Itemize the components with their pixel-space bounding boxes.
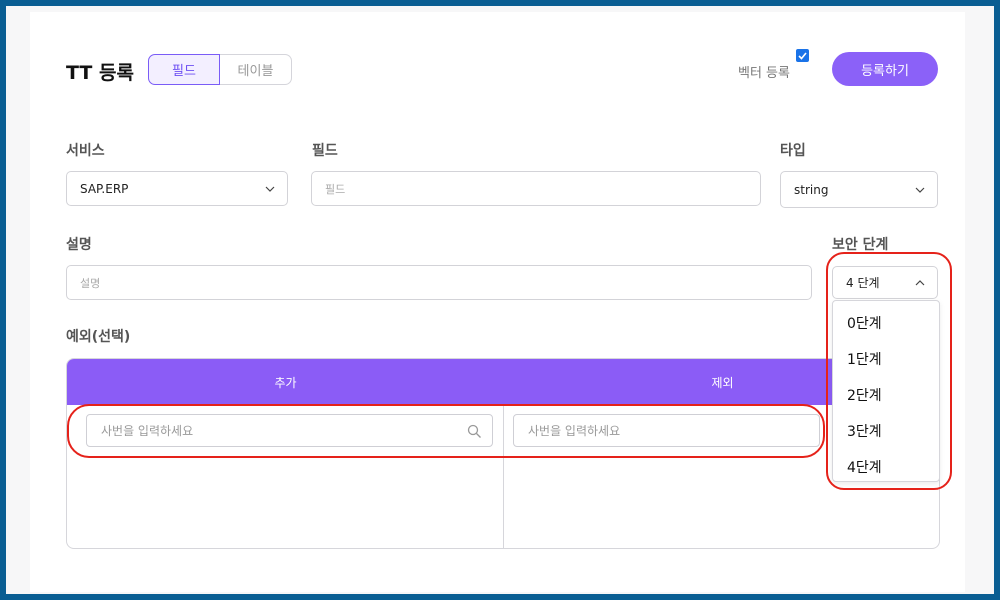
- tab-field[interactable]: 필드: [148, 54, 220, 85]
- chevron-down-icon: [915, 187, 925, 193]
- add-column-header: 추가: [274, 375, 297, 390]
- vector-register-label: 벡터 등록: [738, 66, 790, 81]
- page-title: TT 등록: [66, 62, 134, 84]
- security-level-select[interactable]: 4 단계: [832, 266, 938, 299]
- description-label: 설명: [66, 237, 92, 253]
- type-select-value: string: [794, 182, 829, 197]
- check-icon: [798, 51, 807, 60]
- chevron-up-icon: [915, 279, 925, 285]
- security-option-3[interactable]: 3단계: [847, 421, 882, 441]
- security-option-1[interactable]: 1단계: [847, 349, 882, 369]
- search-icon[interactable]: [467, 424, 482, 439]
- service-select-value: SAP.ERP: [80, 181, 129, 196]
- exceptions-table: 추가 제외: [66, 358, 940, 549]
- tab-table[interactable]: 테이블: [220, 54, 292, 85]
- security-option-2[interactable]: 2단계: [847, 385, 882, 405]
- service-select[interactable]: SAP.ERP: [66, 171, 288, 206]
- security-level-value: 4 단계: [846, 276, 880, 290]
- chevron-down-icon: [265, 186, 275, 192]
- exceptions-label: 예외(선택): [66, 329, 131, 345]
- description-input[interactable]: 설명: [66, 265, 812, 300]
- service-label: 서비스: [66, 143, 105, 159]
- type-label: 타입: [780, 143, 806, 159]
- add-search-input[interactable]: 사번을 입력하세요: [86, 414, 493, 447]
- vector-register-checkbox[interactable]: [796, 49, 809, 62]
- exclude-search-placeholder: 사번을 입력하세요: [528, 424, 621, 438]
- add-search-placeholder: 사번을 입력하세요: [101, 424, 194, 438]
- column-divider: [503, 405, 504, 548]
- register-button[interactable]: 등록하기: [832, 52, 938, 86]
- field-label: 필드: [312, 143, 338, 159]
- field-input[interactable]: 필드: [311, 171, 761, 206]
- type-select[interactable]: string: [780, 171, 938, 208]
- exclude-search-input[interactable]: 사번을 입력하세요: [513, 414, 820, 447]
- description-input-placeholder: 설명: [80, 276, 101, 290]
- security-level-label: 보안 단계: [832, 237, 889, 253]
- exceptions-table-header: 추가 제외: [67, 359, 939, 405]
- security-level-dropdown: 0단계 1단계 2단계 3단계 4단계: [832, 300, 940, 482]
- security-option-0[interactable]: 0단계: [847, 313, 882, 333]
- security-option-4[interactable]: 4단계: [847, 457, 882, 477]
- field-input-placeholder: 필드: [325, 182, 346, 196]
